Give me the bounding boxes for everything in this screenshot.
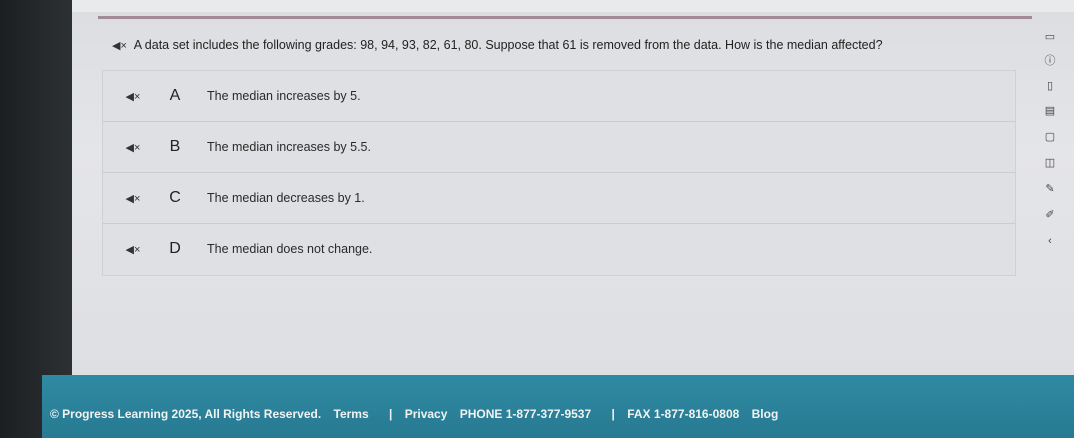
notes-icon[interactable]: ▤ xyxy=(1042,104,1058,118)
option-a[interactable]: ◀× A The median increases by 5. xyxy=(103,71,1015,122)
privacy-link[interactable]: Privacy xyxy=(405,407,448,421)
option-letter: C xyxy=(169,189,181,206)
top-bar xyxy=(72,0,1074,12)
reference-icon[interactable]: ◫ xyxy=(1042,156,1058,170)
scroll-icon[interactable]: ‹ xyxy=(1042,234,1058,248)
answer-options: ◀× A The median increases by 5. ◀× B The… xyxy=(102,70,1016,276)
speaker-icon[interactable]: ◀× xyxy=(111,141,155,154)
footer-links: © Progress Learning 2025, All Rights Res… xyxy=(50,407,787,421)
question-text: A data set includes the following grades… xyxy=(133,38,883,52)
speaker-icon[interactable]: ◀× xyxy=(111,192,155,205)
info-icon[interactable]: ⓘ xyxy=(1042,54,1058,68)
option-letter: A xyxy=(169,87,181,104)
fax-text: FAX 1-877-816-0808 xyxy=(627,407,740,421)
highlighter-icon[interactable]: ✐ xyxy=(1042,208,1058,222)
option-letter: B xyxy=(169,138,181,155)
terms-link[interactable]: Terms xyxy=(334,407,369,421)
calculator-icon[interactable]: ▯ xyxy=(1042,79,1058,93)
speaker-icon[interactable]: ◀× xyxy=(111,90,155,103)
copyright-text: © Progress Learning 2025, All Rights Res… xyxy=(50,407,322,421)
option-text: The median does not change. xyxy=(207,242,373,256)
progress-rule xyxy=(98,16,1032,19)
option-text: The median increases by 5. xyxy=(207,89,361,103)
option-text: The median increases by 5.5. xyxy=(207,140,371,154)
phone-text: PHONE 1-877-377-9537 xyxy=(459,407,592,421)
blog-link[interactable]: Blog xyxy=(752,407,779,421)
question-prompt: ◀× A data set includes the following gra… xyxy=(112,38,883,52)
option-c[interactable]: ◀× C The median decreases by 1. xyxy=(103,173,1015,224)
formula-icon[interactable]: ▢ xyxy=(1042,130,1058,144)
footer-divider: | xyxy=(611,407,615,421)
footer-divider: | xyxy=(389,407,393,421)
option-b[interactable]: ◀× B The median increases by 5.5. xyxy=(103,122,1015,173)
quiz-screen: ◀× A data set includes the following gra… xyxy=(72,0,1074,375)
bookmark-icon[interactable]: ▭ xyxy=(1042,30,1058,44)
site-footer: © Progress Learning 2025, All Rights Res… xyxy=(42,375,1074,438)
tool-sidebar: ▭ ⓘ ▯ ▤ ▢ ◫ ✎ ✐ ‹ xyxy=(1028,22,1074,292)
option-letter: D xyxy=(169,240,181,257)
speaker-icon[interactable]: ◀× xyxy=(112,40,127,52)
option-text: The median decreases by 1. xyxy=(207,191,365,205)
speaker-icon[interactable]: ◀× xyxy=(111,243,155,256)
monitor-bezel xyxy=(0,0,72,438)
pencil-icon[interactable]: ✎ xyxy=(1042,182,1058,196)
option-d[interactable]: ◀× D The median does not change. xyxy=(103,224,1015,274)
